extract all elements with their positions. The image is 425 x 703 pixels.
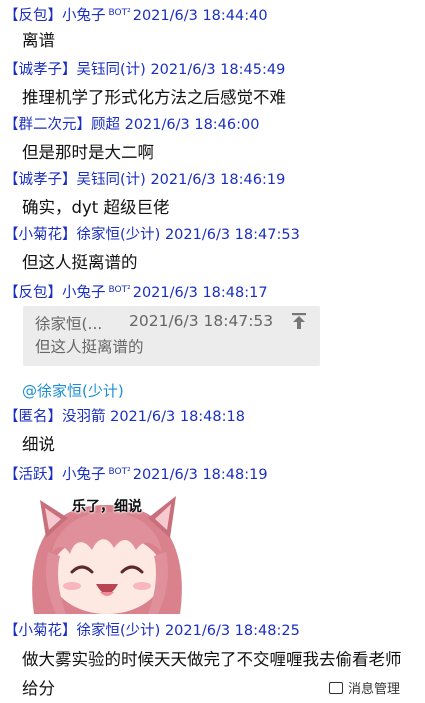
message-time: 2021/6/3 18:44:40 [132,8,268,24]
message-time: 2021/6/3 18:48:19 [132,467,268,483]
message-text: 但是那时是大二啊 [22,143,154,162]
message-time: 2021/6/3 18:47:53 [164,227,300,243]
message-time: 2021/6/3 18:48:17 [132,285,268,301]
chat-message-list[interactable]: 【反包】小兔子 BOT² 2021/6/3 18:44:40 离谱 【诚孝子】吴钰同… [0,0,425,703]
message-header: 【群二次元】顾超 2021/6/3 18:46:00 [0,112,425,139]
member-title: 【群二次元】 [4,117,91,133]
member-title: 【反包】 [4,285,62,301]
message-text: 推理机学了形式化方法之后感觉不难 [22,88,286,107]
bot-badge: BOT² [108,285,131,295]
message-header: 【小菊花】徐家恒(少计) 2021/6/3 18:48:25 [0,618,425,645]
chat-message: 【诚孝子】吴钰同(计) 2021/6/3 18:45:49 推理机学了形式化方法… [0,57,425,112]
message-header: 【小菊花】徐家恒(少计) 2021/6/3 18:47:53 [0,222,425,249]
bot-badge: BOT² [108,467,131,477]
chat-message: 【活跃】小兔子 BOT² 2021/6/3 18:48:19 乐了，细说 [0,459,425,614]
quoted-message[interactable]: 徐家恒(... 2021/6/3 18:47:53 但这人挺离谱的 [23,306,320,366]
message-text: 但这人挺离谱的 [22,253,138,272]
chat-message: 【反包】小兔子 BOT² 2021/6/3 18:44:40 离谱 [0,0,425,57]
chat-message: 【群二次元】顾超 2021/6/3 18:46:00 但是那时是大二啊 [0,112,425,167]
message-text: 细说 [22,435,55,454]
message-time: 2021/6/3 18:45:49 [150,62,286,78]
message-header: 【诚孝子】吴钰同(计) 2021/6/3 18:45:49 [0,57,425,84]
message-text: 离谱 [22,31,55,50]
sticker-image[interactable]: 乐了，细说 [26,492,188,614]
message-management-button[interactable]: 消息管理 [329,682,425,696]
message-header: 【诚孝子】吴钰同(计) 2021/6/3 18:46:19 [0,167,425,194]
quoted-sender: 徐家恒(... [35,315,103,333]
sender-name[interactable]: 没羽箭 [62,409,106,425]
chat-message: 【小菊花】徐家恒(少计) 2021/6/3 18:47:53 但这人挺离谱的 [0,222,425,277]
message-header: 【反包】小兔子 BOT² 2021/6/3 18:44:40 [0,0,425,27]
message-manager-icon [329,682,343,694]
message-time: 2021/6/3 18:46:19 [150,172,286,188]
message-time: 2021/6/3 18:46:00 [124,117,260,133]
sender-name[interactable]: 徐家恒(少计) [77,227,161,243]
sender-name[interactable]: 吴钰同(计) [77,172,146,188]
message-header: 【活跃】小兔子 BOT² 2021/6/3 18:48:19 [0,459,425,486]
sender-name[interactable]: 小兔子 [62,285,106,301]
chat-message: 【反包】小兔子 BOT² 2021/6/3 18:48:17 徐家恒(... 202… [0,277,425,404]
sender-name[interactable]: 小兔子 [62,467,106,483]
mention-link[interactable]: @徐家恒(少计) [0,378,425,404]
member-title: 【小菊花】 [4,227,77,243]
message-header: 【匿名】没羽箭 2021/6/3 18:48:18 [0,404,425,431]
sticker-caption: 乐了，细说 [72,499,142,515]
sender-name[interactable]: 小兔子 [62,8,106,24]
jump-to-original-icon[interactable] [290,312,308,330]
quoted-text: 但这人挺离谱的 [35,338,144,356]
member-title: 【小菊花】 [4,623,77,639]
chat-message: 【诚孝子】吴钰同(计) 2021/6/3 18:46:19 确实，dyt 超级巨… [0,167,425,222]
member-title: 【反包】 [4,8,62,24]
sender-name[interactable]: 顾超 [91,117,120,133]
sender-name[interactable]: 吴钰同(计) [77,62,146,78]
member-title: 【活跃】 [4,467,62,483]
message-time: 2021/6/3 18:48:25 [164,623,300,639]
member-title: 【诚孝子】 [4,172,77,188]
bot-badge: BOT² [108,8,131,18]
sender-name[interactable]: 徐家恒(少计) [77,623,161,639]
message-time: 2021/6/3 18:48:18 [110,409,245,425]
chat-message: 【匿名】没羽箭 2021/6/3 18:48:18 细说 [0,404,425,459]
member-title: 【诚孝子】 [4,62,77,78]
message-text: 确实，dyt 超级巨佬 [22,198,170,217]
member-title: 【匿名】 [4,409,62,425]
message-header: 【反包】小兔子 BOT² 2021/6/3 18:48:17 [0,277,425,304]
message-management-label: 消息管理 [348,682,401,697]
quoted-time: 2021/6/3 18:47:53 [129,312,274,330]
